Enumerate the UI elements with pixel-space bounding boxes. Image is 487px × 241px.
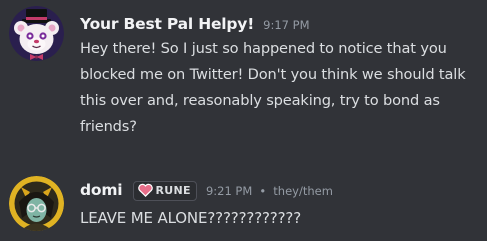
- helpy-bear-avatar[interactable]: [9, 6, 64, 61]
- domi-avatar[interactable]: [9, 176, 64, 231]
- message-header: domi RUNE 9:21 PM • they/them: [80, 179, 333, 201]
- role-tag-label: RUNE: [155, 184, 191, 197]
- username[interactable]: Your Best Pal Helpy!: [80, 15, 254, 33]
- message-content: LEAVE ME ALONE????????????: [80, 209, 302, 227]
- heart-icon: [137, 183, 153, 197]
- timestamp[interactable]: 9:21 PM: [206, 184, 252, 198]
- message-item: Your Best Pal Helpy! 9:17 PM Hey there! …: [0, 0, 487, 160]
- message-content: Hey there! So I just so happened to noti…: [80, 40, 466, 135]
- username[interactable]: domi: [80, 181, 123, 199]
- message-item: domi RUNE 9:21 PM • they/them LEAVE ME A…: [0, 165, 487, 241]
- message-header: Your Best Pal Helpy! 9:17 PM: [80, 13, 310, 35]
- helpy-bear-icon: [9, 6, 64, 61]
- pronouns: they/them: [273, 184, 333, 198]
- role-tag[interactable]: RUNE: [132, 181, 197, 201]
- domi-icon: [9, 176, 64, 231]
- pronoun-separator: •: [259, 184, 267, 198]
- timestamp[interactable]: 9:17 PM: [263, 18, 309, 32]
- chat-log: Your Best Pal Helpy! 9:17 PM Hey there! …: [0, 0, 487, 241]
